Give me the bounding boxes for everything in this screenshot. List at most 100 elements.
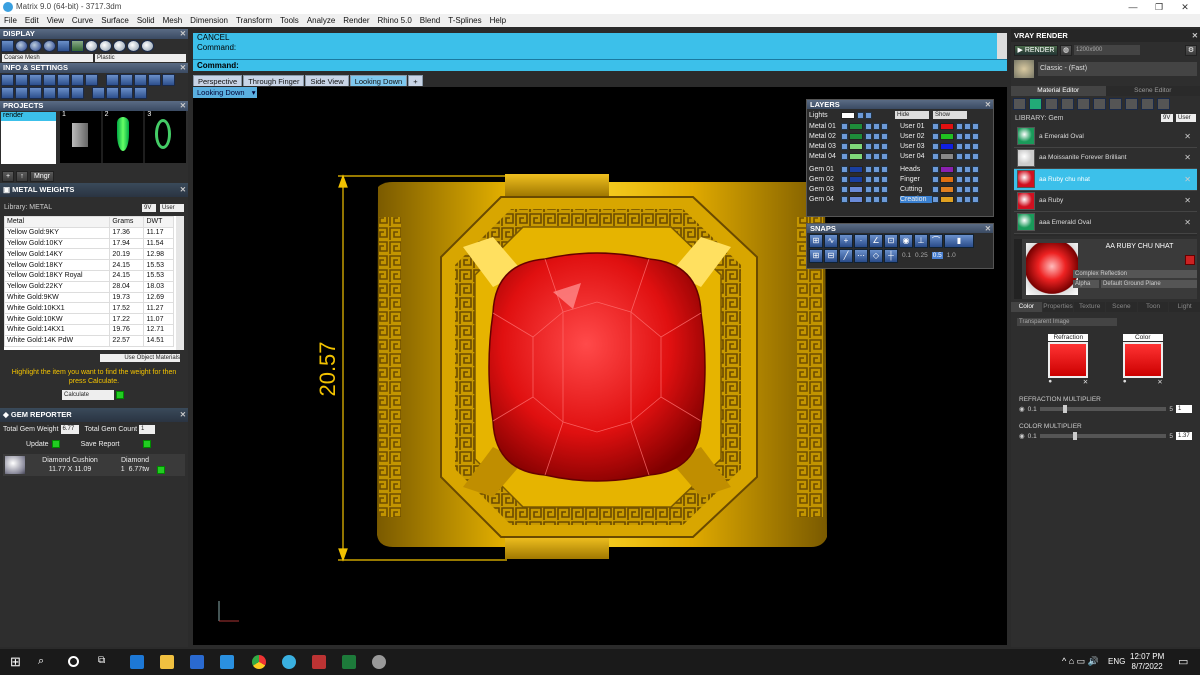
material-list-item[interactable]: aa Ruby chu nhat ✕ <box>1014 169 1197 191</box>
snap-point-icon[interactable]: · <box>854 234 868 248</box>
menu-solid[interactable]: Solid <box>137 14 155 27</box>
settings-icon[interactable] <box>1 74 14 86</box>
layer-row[interactable]: User 04 <box>900 151 991 161</box>
snap-value[interactable]: 1.0 <box>947 252 956 259</box>
white-sphere-icon[interactable] <box>99 40 112 52</box>
layer-row[interactable]: Metal 04 <box>809 151 900 161</box>
library-version-select[interactable]: 9V <box>142 203 156 212</box>
table-row[interactable]: White Gold:9KW 19.73 12.69 <box>4 291 174 304</box>
up-project-button[interactable]: ↑ <box>16 171 28 182</box>
cortana-icon[interactable] <box>68 656 79 667</box>
layer-row[interactable]: Cutting <box>900 184 991 194</box>
layout-icon[interactable] <box>92 87 105 99</box>
mail-icon[interactable] <box>220 655 234 669</box>
remove-material-icon[interactable]: ✕ <box>1184 196 1191 205</box>
lock-icon[interactable] <box>865 165 872 173</box>
lock-icon[interactable] <box>956 152 963 160</box>
layer-row[interactable]: Creation <box>900 194 991 204</box>
lock-icon[interactable] <box>865 152 872 160</box>
minimize-icon[interactable]: — <box>1120 0 1146 14</box>
tab-light[interactable]: Light <box>1169 302 1200 312</box>
layer-select-icon[interactable] <box>841 122 848 130</box>
cube-icon[interactable] <box>1 87 14 99</box>
visibility-icon[interactable] <box>873 142 880 150</box>
layer-row[interactable]: User 01 <box>900 121 991 131</box>
layer-select-icon[interactable] <box>841 195 848 203</box>
windows-start-icon[interactable]: ⊞ <box>10 655 24 669</box>
layer-select-icon[interactable] <box>841 142 848 150</box>
layer-row[interactable]: User 03 <box>900 141 991 151</box>
layout-icon[interactable] <box>148 74 161 86</box>
color-value[interactable]: 1.37 <box>1176 432 1192 440</box>
layer-color-swatch[interactable] <box>940 175 954 183</box>
layer-options-icon[interactable] <box>972 165 979 173</box>
snap-end-icon[interactable]: ⊡ <box>884 234 898 248</box>
layout-icon[interactable] <box>120 74 133 86</box>
lock-icon[interactable] <box>956 132 963 140</box>
project-item[interactable]: render <box>1 112 56 121</box>
column-grams[interactable]: Grams <box>109 216 145 228</box>
command-scrollbar[interactable] <box>997 33 1007 59</box>
remove-material-icon[interactable]: ✕ <box>1184 175 1191 184</box>
material-select[interactable]: Plastic <box>95 54 186 62</box>
layer-options-icon[interactable] <box>881 175 888 183</box>
menu-transform[interactable]: Transform <box>236 14 272 27</box>
material-list-item[interactable]: aaa Emerald Oval ✕ <box>1014 212 1197 234</box>
rhino-icon[interactable] <box>312 655 326 669</box>
snap-toggle[interactable]: ▮ <box>944 234 974 248</box>
layer-select-icon[interactable] <box>932 142 939 150</box>
layer-select-icon[interactable] <box>932 165 939 173</box>
menu-view[interactable]: View <box>47 14 64 27</box>
remove-material-icon[interactable]: ✕ <box>1184 153 1191 162</box>
zoom-icon[interactable] <box>15 74 28 86</box>
remove-material-icon[interactable]: ✕ <box>1184 132 1191 141</box>
visibility-icon[interactable] <box>964 132 971 140</box>
view-icon[interactable] <box>85 74 98 86</box>
layer-color-swatch[interactable] <box>849 165 863 173</box>
render-button[interactable]: ▶ RENDER <box>1014 44 1058 56</box>
layer-options-icon[interactable] <box>972 175 979 183</box>
camera-icon[interactable]: ◍ <box>1060 44 1072 56</box>
menu-file[interactable]: File <box>4 14 17 27</box>
tab-perspective[interactable]: Perspective <box>193 75 243 86</box>
white-sphere-icon[interactable] <box>127 40 140 52</box>
lock-icon[interactable] <box>956 195 963 203</box>
file-explorer-icon[interactable] <box>160 655 174 669</box>
snap-value[interactable]: 0.1 <box>902 252 911 259</box>
snap-center-icon[interactable]: ◉ <box>899 234 913 248</box>
layout-icon[interactable] <box>106 74 119 86</box>
layer-select-icon[interactable] <box>932 175 939 183</box>
menu-blend[interactable]: Blend <box>420 14 440 27</box>
close-icon[interactable]: ✕ <box>1172 0 1198 14</box>
table-row[interactable]: Yellow Gold:9KY 17.36 11.17 <box>4 226 174 239</box>
notification-icon[interactable]: ▭ <box>1178 655 1188 668</box>
light-icon[interactable] <box>1157 98 1170 110</box>
project-thumb[interactable]: 3 <box>145 111 187 163</box>
collapse-arrow-icon[interactable] <box>1014 239 1022 299</box>
calculate-button[interactable] <box>116 391 124 399</box>
tray-icons[interactable]: ^ ⌂ ▭ 🔊 <box>1062 656 1099 667</box>
column-metal[interactable]: Metal <box>4 216 111 228</box>
show-button[interactable]: Show <box>933 111 967 119</box>
snap-perp-icon[interactable]: ⊥ <box>914 234 928 248</box>
layer-select-icon[interactable] <box>841 132 848 140</box>
save-report-go-icon[interactable] <box>142 440 151 448</box>
lock-icon[interactable] <box>865 132 872 140</box>
texture-icon[interactable] <box>1125 98 1138 110</box>
flame-icon[interactable] <box>1013 98 1026 110</box>
menu-curve[interactable]: Curve <box>72 14 93 27</box>
lock-icon[interactable] <box>956 185 963 193</box>
layer-color-swatch[interactable] <box>849 175 863 183</box>
layout-icon[interactable] <box>106 87 119 99</box>
material-icon[interactable] <box>1029 98 1042 110</box>
metal-table-scrollbar[interactable] <box>176 216 184 350</box>
layer-row[interactable]: User 02 <box>900 131 991 141</box>
layer-row[interactable]: Metal 02 <box>809 131 900 141</box>
layer-color-swatch[interactable] <box>849 132 863 140</box>
menu-help[interactable]: Help <box>490 14 506 27</box>
snap-cross-icon[interactable]: + <box>839 234 853 248</box>
layer-color-swatch[interactable] <box>940 142 954 150</box>
visibility-icon[interactable] <box>873 195 880 203</box>
layer-icon[interactable] <box>1061 98 1074 110</box>
update-go-icon[interactable] <box>51 440 60 448</box>
